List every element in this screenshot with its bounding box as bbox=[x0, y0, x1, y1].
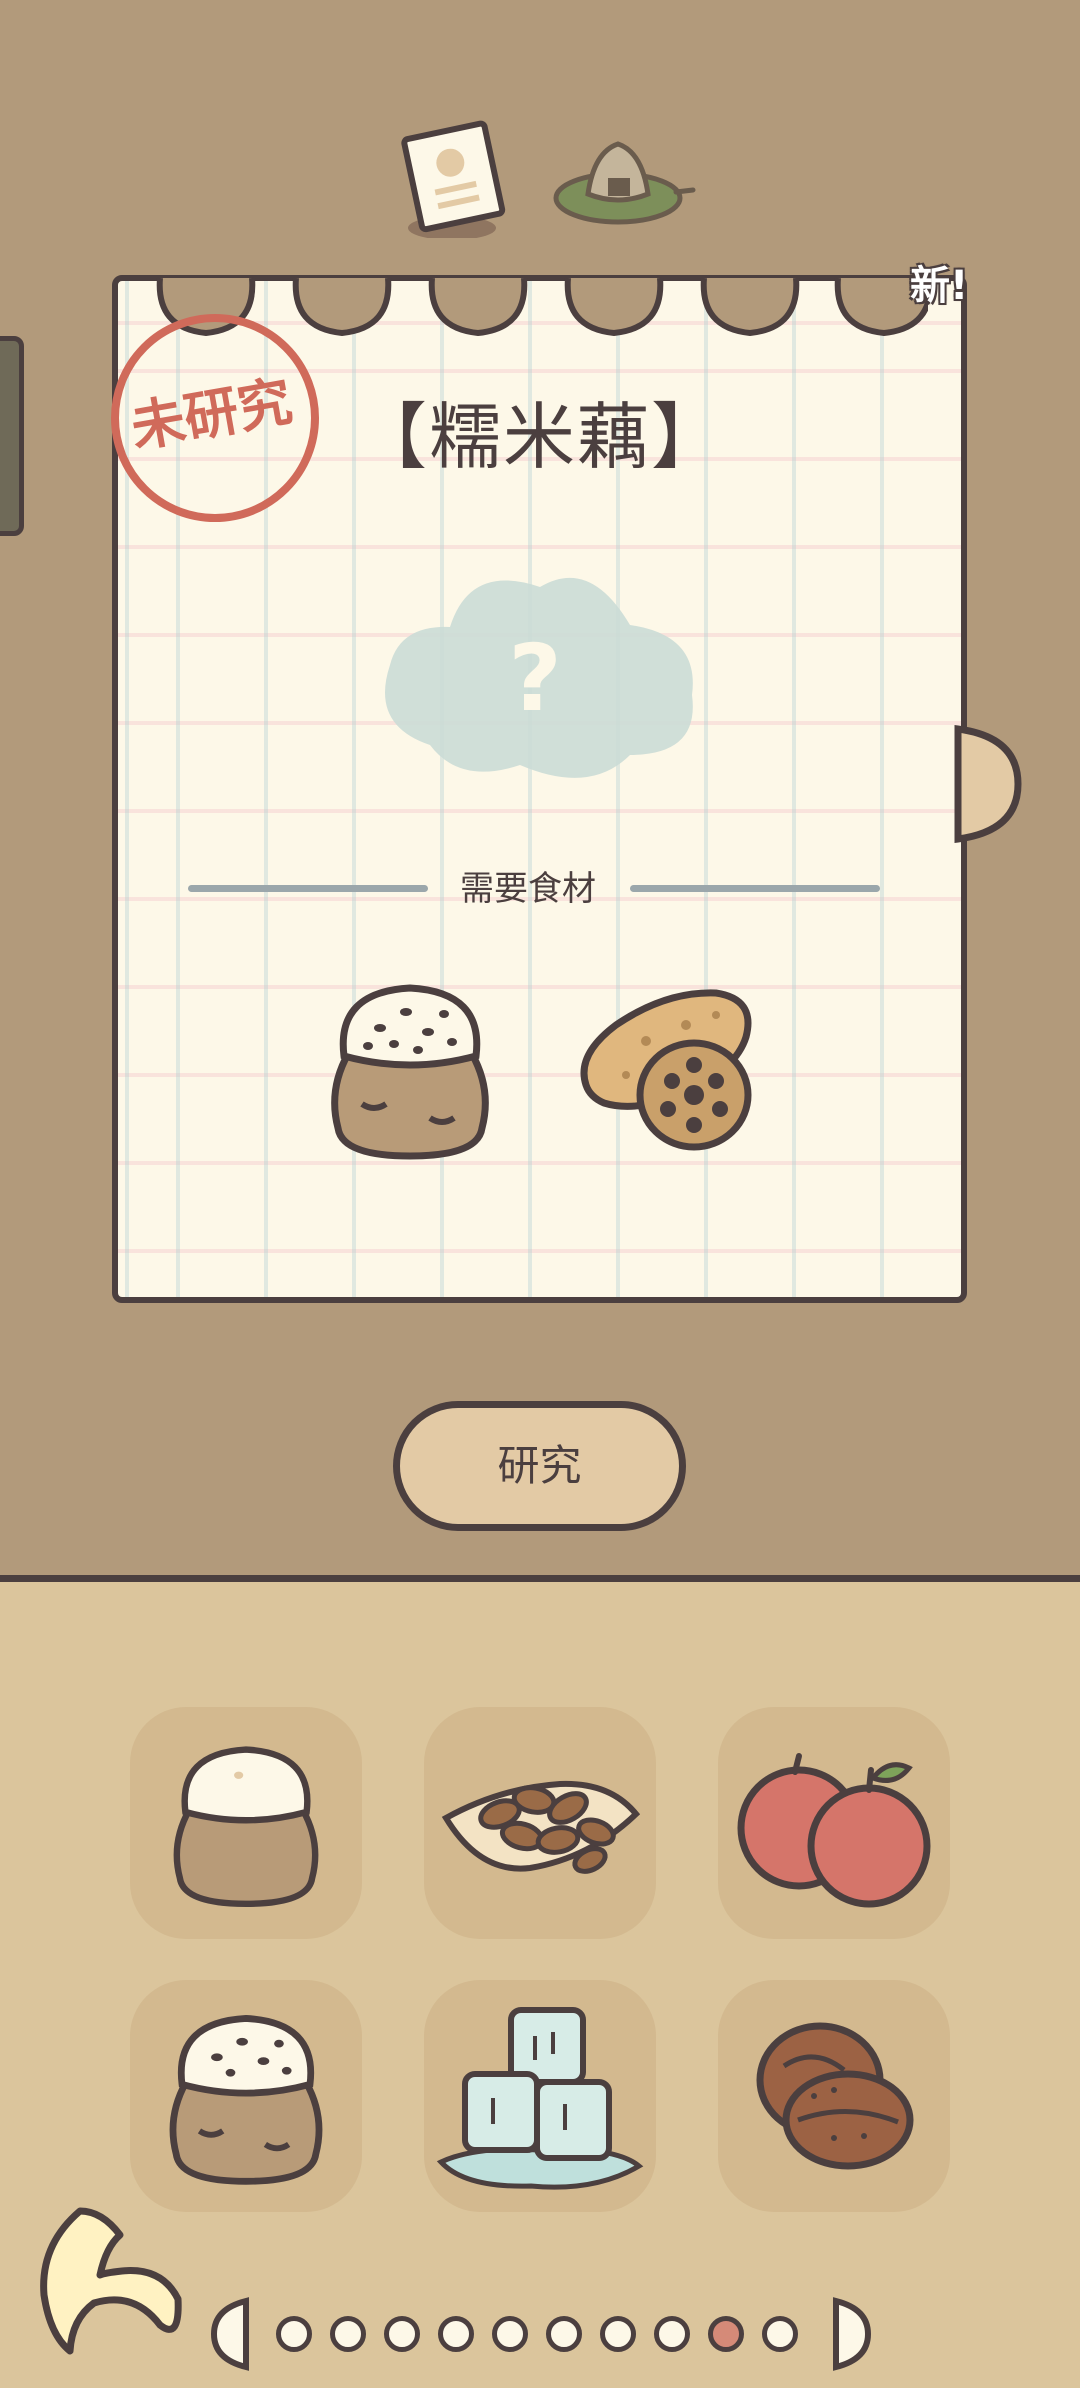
inventory-slot-almonds[interactable] bbox=[424, 1707, 656, 1939]
mystery-symbol: ? bbox=[508, 625, 561, 732]
unknown-dish-icon: ? bbox=[385, 577, 693, 778]
inventory-slot-glutinous-rice[interactable] bbox=[130, 1980, 362, 2212]
inventory-slot-apples[interactable] bbox=[718, 1707, 950, 1939]
lotus-root-icon bbox=[580, 989, 752, 1151]
glutinous-rice-sack-icon bbox=[169, 2015, 323, 2185]
new-badge: 新! bbox=[910, 263, 969, 309]
recipe-title: 【糯米藕】 bbox=[354, 395, 725, 479]
page-dot[interactable] bbox=[546, 2316, 582, 2352]
previous-page-arrow[interactable] bbox=[208, 2295, 254, 2373]
next-page-tab[interactable] bbox=[948, 723, 1028, 845]
glutinous-rice-sack-icon bbox=[331, 984, 489, 1160]
divider-right bbox=[630, 885, 880, 892]
page-dot[interactable] bbox=[330, 2316, 366, 2352]
walnuts-icon bbox=[756, 2022, 914, 2170]
apples-icon bbox=[737, 1753, 931, 1908]
page-dot[interactable] bbox=[492, 2316, 528, 2352]
inventory-slot-ice[interactable] bbox=[424, 1980, 656, 2212]
inventory-slot-flour[interactable] bbox=[130, 1707, 362, 1939]
almonds-icon bbox=[441, 1780, 640, 1874]
ice-cubes-icon bbox=[436, 2007, 644, 2190]
page-dot[interactable] bbox=[438, 2316, 474, 2352]
rice-ball-tab-icon[interactable] bbox=[548, 130, 698, 235]
svg-text:未研究: 未研究 bbox=[126, 369, 296, 459]
divider-left bbox=[188, 885, 428, 892]
page-dot[interactable] bbox=[600, 2316, 636, 2352]
next-page-arrow[interactable] bbox=[828, 2295, 874, 2373]
page-dot[interactable] bbox=[276, 2316, 312, 2352]
ingredients-label: 需要食材 bbox=[460, 869, 596, 909]
back-button[interactable] bbox=[30, 2195, 190, 2355]
page-dot[interactable] bbox=[654, 2316, 690, 2352]
page-dot[interactable] bbox=[384, 2316, 420, 2352]
left-edge-handle[interactable] bbox=[0, 336, 24, 536]
flour-sack-icon bbox=[173, 1746, 319, 1908]
inventory-slot-walnuts[interactable] bbox=[718, 1980, 950, 2212]
recipe-card-tab-icon[interactable] bbox=[390, 110, 520, 245]
research-button[interactable]: 研究 bbox=[393, 1401, 686, 1531]
page-dot[interactable] bbox=[762, 2316, 798, 2352]
page-indicator bbox=[208, 2295, 874, 2373]
page-dot[interactable] bbox=[708, 2316, 744, 2352]
